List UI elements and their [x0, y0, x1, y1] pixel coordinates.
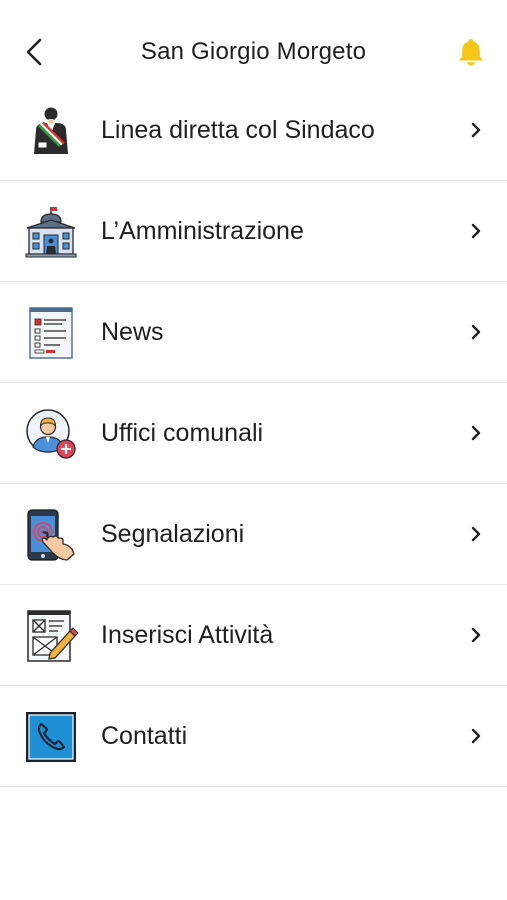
- chevron-right-icon: [471, 324, 481, 340]
- menu-item-amministrazione[interactable]: L’Amministrazione: [0, 181, 507, 282]
- menu-item-news[interactable]: News: [0, 282, 507, 383]
- menu-label: Uffici comunali: [101, 419, 264, 447]
- chevron-right-icon: [471, 223, 481, 239]
- menu-label: Linea diretta col Sindaco: [101, 116, 375, 144]
- town-hall-icon: [25, 207, 77, 258]
- menu-label: Inserisci Attività: [101, 621, 274, 649]
- chevron-right-icon: [471, 122, 481, 138]
- phone-touch-icon: [27, 509, 75, 561]
- menu-item-inserisci-attivita[interactable]: Inserisci Attività: [0, 585, 507, 686]
- menu-label: Contatti: [101, 722, 188, 750]
- menu-item-contatti[interactable]: Contatti: [0, 686, 507, 787]
- chevron-right-icon: [471, 728, 481, 744]
- menu-item-segnalazioni[interactable]: Segnalazioni: [0, 484, 507, 585]
- menu-label: News: [101, 318, 164, 346]
- chevron-right-icon: [471, 526, 481, 542]
- chevron-right-icon: [471, 425, 481, 441]
- menu-label: Segnalazioni: [101, 520, 245, 548]
- bell-icon: [459, 39, 483, 66]
- mayor-icon: [34, 107, 68, 154]
- form-edit-icon: [27, 610, 78, 662]
- news-icon: [29, 307, 73, 359]
- menu-label: L’Amministrazione: [101, 217, 304, 245]
- main-menu: Linea diretta col Sindaco L’Amministrazi…: [0, 80, 507, 787]
- notifications-button[interactable]: [453, 34, 489, 70]
- phone-contact-icon: [26, 712, 76, 762]
- page-title: San Giorgio Morgeto: [140, 38, 367, 65]
- menu-item-linea-diretta[interactable]: Linea diretta col Sindaco: [0, 80, 507, 181]
- menu-item-uffici-comunali[interactable]: Uffici comunali: [0, 383, 507, 484]
- chevron-right-icon: [471, 627, 481, 643]
- office-user-icon: [26, 409, 76, 459]
